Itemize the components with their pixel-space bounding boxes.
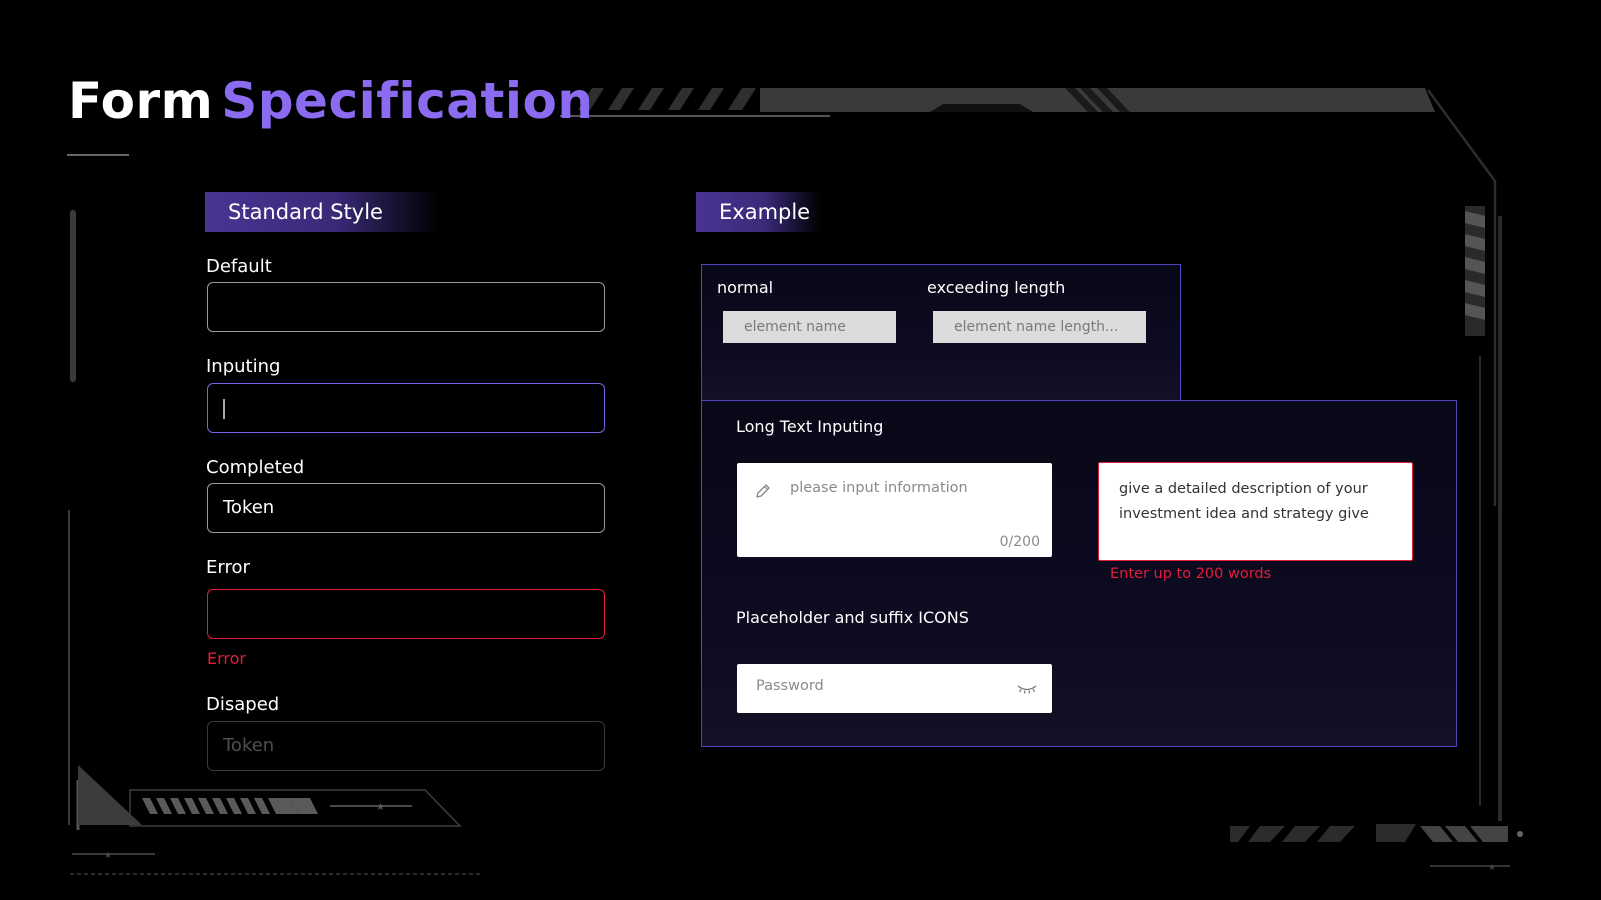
svg-text:★: ★ — [1488, 863, 1496, 873]
pencil-icon — [756, 484, 770, 498]
completed-label: Completed — [206, 457, 305, 478]
svg-text:★: ★ — [376, 802, 385, 813]
exceeding-length-input[interactable]: element name length... — [933, 311, 1146, 343]
long-text-placeholder: please input information — [790, 480, 968, 496]
page-title-part-2: Specification — [221, 72, 594, 130]
inputing-label: Inputing — [206, 356, 281, 377]
eye-closed-icon[interactable] — [1016, 680, 1038, 696]
disabled-input-value: Token — [223, 735, 275, 756]
long-text-error-textarea[interactable]: give a detailed description of your inve… — [1098, 462, 1413, 561]
long-text-error-message: Enter up to 200 words — [1110, 566, 1272, 582]
inputing-input[interactable] — [207, 383, 605, 433]
error-message: Error — [207, 649, 246, 668]
standard-style-header: Standard Style — [205, 192, 440, 232]
disabled-label: Disaped — [206, 694, 280, 715]
error-label: Error — [206, 557, 250, 578]
exceeding-length-label: exceeding length — [927, 278, 1066, 297]
long-text-inputing-label: Long Text Inputing — [736, 417, 884, 436]
text-caret — [223, 399, 225, 419]
default-input[interactable] — [207, 282, 605, 332]
title-underline — [67, 154, 129, 156]
long-text-textarea[interactable]: please input information 0/200 — [737, 463, 1052, 557]
page-title: Form Specification — [68, 72, 594, 130]
disabled-input: Token — [207, 721, 605, 771]
normal-input[interactable]: element name — [723, 311, 896, 343]
normal-label: normal — [717, 278, 774, 297]
password-placeholder: Password — [756, 678, 824, 694]
default-label: Default — [206, 256, 272, 277]
svg-text:★: ★ — [104, 851, 112, 861]
placeholder-suffix-icons-label: Placeholder and suffix ICONS — [736, 608, 969, 627]
example-header: Example — [696, 192, 821, 232]
character-counter: 0/200 — [999, 534, 1040, 550]
password-input[interactable]: Password — [737, 664, 1052, 713]
completed-input[interactable]: Token — [207, 483, 605, 533]
completed-input-value: Token — [223, 497, 275, 518]
page-title-part-1: Form — [68, 72, 214, 130]
error-input[interactable] — [207, 589, 605, 639]
long-text-error-content: give a detailed description of your inve… — [1119, 481, 1369, 522]
